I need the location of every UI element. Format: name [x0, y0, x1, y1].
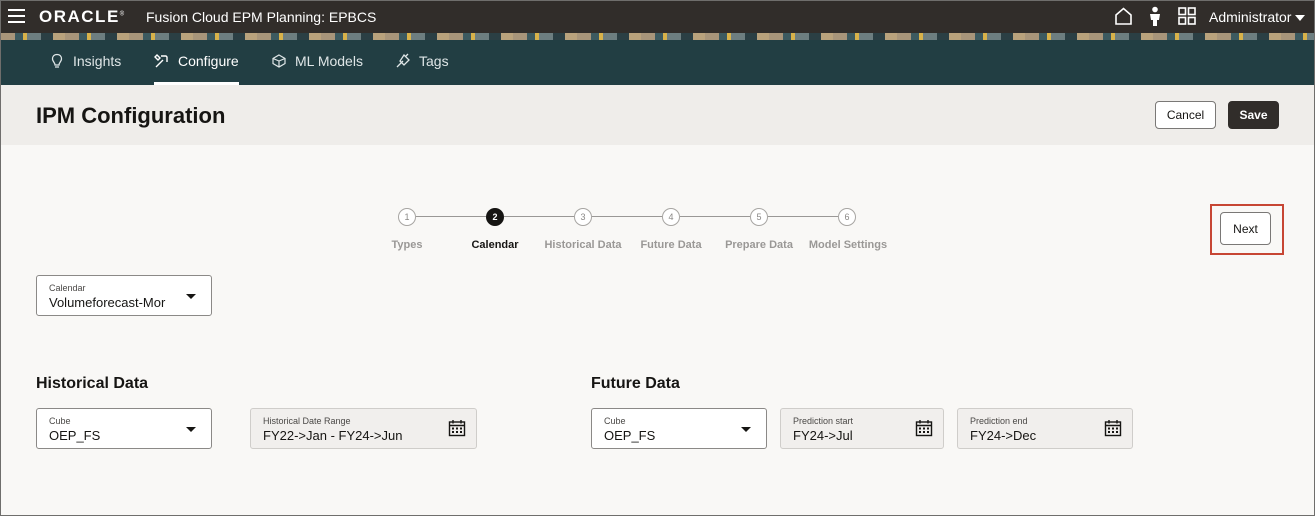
nav-label: Insights: [73, 53, 122, 69]
nav-item-tags[interactable]: Tags: [395, 53, 449, 85]
person-icon[interactable]: [1147, 6, 1163, 27]
cube-value: OEP_FS: [604, 428, 656, 443]
future-data-title: Future Data: [591, 375, 680, 392]
historical-date-range-value: FY22->Jan - FY24->Jun: [263, 428, 403, 443]
step-5-circle[interactable]: 5: [750, 208, 768, 226]
chevron-down-icon: [186, 427, 196, 432]
historical-data-title: Historical Data: [36, 375, 149, 392]
home-icon[interactable]: [1114, 7, 1133, 25]
step-3-circle[interactable]: 3: [574, 208, 592, 226]
wizard-stepper: 1 2 3 4 5 6 Types Calendar Historical Da…: [1, 201, 1314, 261]
oracle-logo: ORACLE®: [39, 7, 126, 26]
nav-item-insights[interactable]: Insights: [49, 53, 121, 85]
nav-item-ml-models[interactable]: ML Models: [271, 53, 363, 85]
page-header: IPM Configuration Cancel Save: [1, 85, 1314, 145]
future-cube-select[interactable]: Cube OEP_FS: [591, 408, 767, 449]
prediction-start-value: FY24->Jul: [793, 428, 853, 443]
step-label-types[interactable]: Types: [392, 239, 423, 251]
chevron-down-icon: [741, 427, 751, 432]
chevron-down-icon: [186, 294, 196, 299]
nav-label: Tags: [419, 53, 449, 69]
step-connector: [504, 216, 574, 217]
historical-date-range-label: Historical Date Range: [263, 416, 351, 426]
prediction-start-label: Prediction start: [793, 416, 854, 426]
nav-label: Configure: [178, 53, 239, 69]
configure-icon: [154, 54, 168, 68]
step-2-circle[interactable]: 2: [486, 208, 504, 226]
app-title: Fusion Cloud EPM Planning: EPBCS: [146, 9, 377, 25]
calendar-label: Calendar: [49, 283, 86, 293]
prediction-end-value: FY24->Dec: [970, 428, 1037, 443]
step-label-prepare-data[interactable]: Prepare Data: [725, 239, 793, 251]
step-connector: [768, 216, 838, 217]
ml-models-icon: [272, 54, 286, 68]
step-4-circle[interactable]: 4: [662, 208, 680, 226]
cube-value: OEP_FS: [49, 428, 101, 443]
step-connector: [680, 216, 750, 217]
nav-item-configure[interactable]: Configure: [154, 53, 239, 85]
step-label-calendar[interactable]: Calendar: [471, 239, 518, 251]
historical-cube-select[interactable]: Cube OEP_FS: [36, 408, 212, 449]
step-label-model-settings[interactable]: Model Settings: [809, 239, 887, 251]
step-label-future-data[interactable]: Future Data: [640, 239, 701, 251]
app-window: ORACLE® Fusion Cloud EPM Planning: EPBCS…: [0, 0, 1315, 516]
top-bar: ORACLE® Fusion Cloud EPM Planning: EPBCS…: [1, 1, 1314, 33]
step-connector: [592, 216, 662, 217]
cancel-button[interactable]: Cancel: [1155, 101, 1216, 129]
prediction-end-field[interactable]: Prediction end FY24->Dec: [957, 408, 1133, 449]
step-1-circle[interactable]: 1: [398, 208, 416, 226]
nav-label: ML Models: [295, 53, 363, 69]
hamburger-icon[interactable]: [8, 9, 25, 24]
calendar-icon[interactable]: [448, 419, 466, 437]
tags-icon: [396, 53, 410, 68]
historical-date-range-field[interactable]: Historical Date Range FY22->Jan - FY24->…: [250, 408, 477, 449]
prediction-end-label: Prediction end: [970, 416, 1028, 426]
decorative-banner: [1, 33, 1314, 40]
main-nav: Insights Configure ML Models Tags: [1, 40, 1314, 85]
cube-label: Cube: [49, 416, 71, 426]
step-6-circle[interactable]: 6: [838, 208, 856, 226]
step-label-historical-data[interactable]: Historical Data: [544, 239, 621, 251]
calendar-icon[interactable]: [1104, 419, 1122, 437]
next-button[interactable]: Next: [1220, 212, 1271, 245]
save-button[interactable]: Save: [1228, 101, 1279, 129]
calendar-icon[interactable]: [915, 419, 933, 437]
calendar-select[interactable]: Calendar Volumeforecast-Mor: [36, 275, 212, 316]
cube-label: Cube: [604, 416, 626, 426]
grid-icon[interactable]: [1178, 7, 1196, 25]
calendar-value: Volumeforecast-Mor: [49, 295, 166, 310]
step-connector: [416, 216, 486, 217]
prediction-start-field[interactable]: Prediction start FY24->Jul: [780, 408, 944, 449]
page-title: IPM Configuration: [36, 103, 226, 128]
user-menu-label: Administrator: [1209, 9, 1292, 25]
user-menu[interactable]: Administrator: [1209, 9, 1306, 25]
chevron-down-icon: [1295, 15, 1306, 22]
insights-icon: [51, 53, 63, 68]
